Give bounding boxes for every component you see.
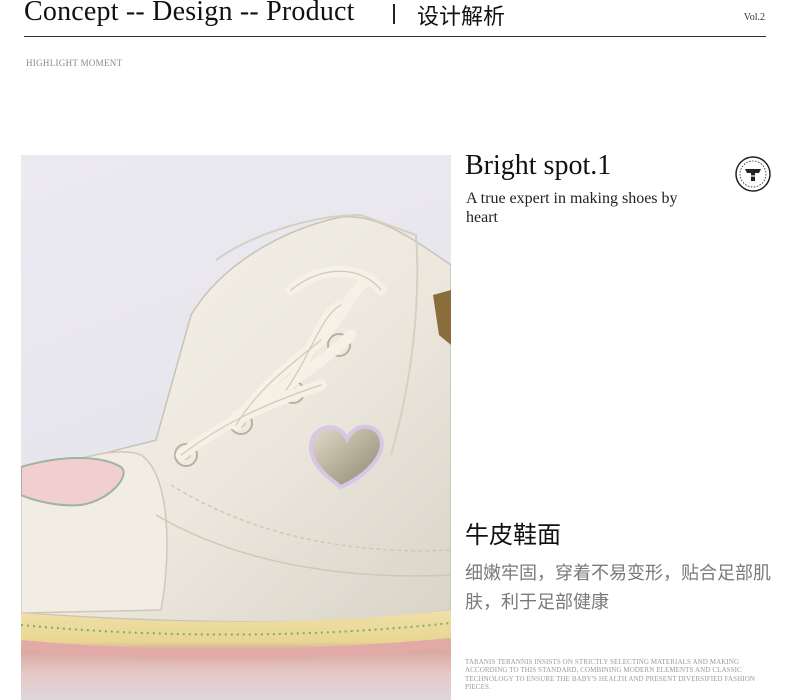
highlight-title: Bright spot.1: [465, 150, 612, 181]
page-title-cn: 设计解析: [417, 5, 506, 30]
volume-label: Vol.2: [743, 12, 765, 23]
brand-emblem-icon: [735, 156, 771, 192]
page-title: Concept -- Design -- Product: [24, 0, 355, 27]
feature-description: 细嫩牢固，穿着不易变形，贴合足部肌肤，利于足部健康: [465, 563, 771, 613]
product-photo: [21, 155, 451, 700]
section-subheader: HIGHLIGHT MOMENT: [26, 58, 123, 68]
header-rule: [24, 36, 766, 37]
fine-print: TARANIS TERANNIS INSISTS ON STRICTLY SEL…: [465, 658, 756, 692]
highlight-subtitle: A true expert in making shoes by heart: [466, 190, 678, 226]
feature-title: 牛皮鞋面: [465, 521, 561, 549]
title-divider: [393, 4, 395, 24]
boot-illustration: [21, 213, 451, 700]
